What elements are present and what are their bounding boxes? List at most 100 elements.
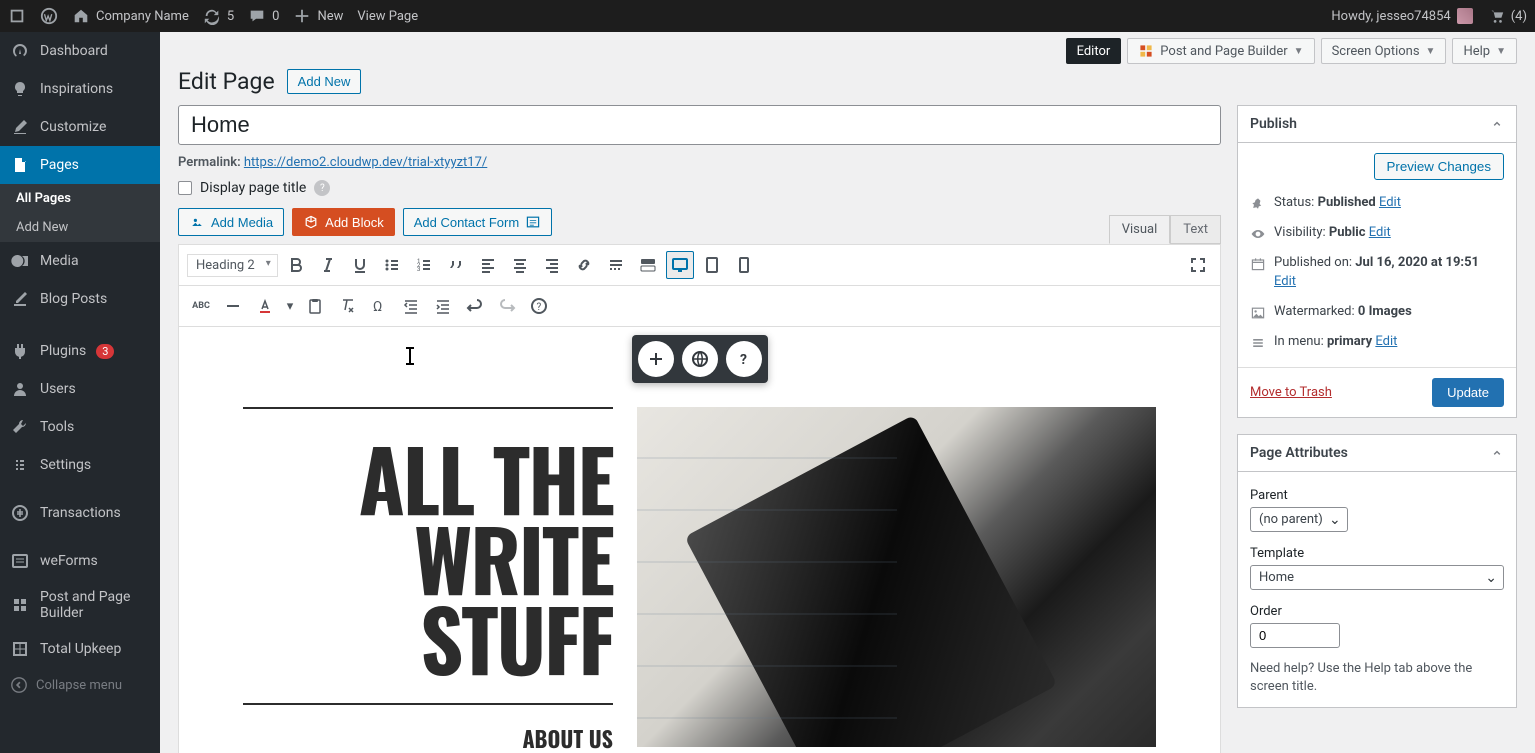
content-about-heading[interactable]: ABOUT US	[243, 703, 613, 753]
format-select[interactable]: Heading 2	[187, 254, 278, 277]
template-select[interactable]: Home	[1250, 565, 1504, 590]
italic-button[interactable]	[314, 251, 342, 279]
sidebar-item-plugins[interactable]: Plugins3	[0, 332, 160, 370]
menu-edit-link[interactable]: Edit	[1375, 334, 1397, 349]
help-icon[interactable]: ?	[314, 180, 330, 196]
float-globe-button[interactable]	[682, 341, 718, 377]
ol-button[interactable]: 123	[410, 251, 438, 279]
preview-changes-button[interactable]: Preview Changes	[1374, 153, 1504, 180]
link-button[interactable]	[570, 251, 598, 279]
tablet-view-button[interactable]	[698, 251, 726, 279]
sidebar-subitem-all-pages[interactable]: All Pages	[0, 184, 160, 213]
align-left-button[interactable]	[474, 251, 502, 279]
updates-link[interactable]: 5	[203, 7, 234, 25]
sidebar-item-blog-posts[interactable]: Blog Posts	[0, 280, 160, 318]
outdent-button[interactable]	[397, 292, 425, 320]
sidebar-item-transactions[interactable]: Transactions	[0, 494, 160, 532]
underline-button[interactable]	[346, 251, 374, 279]
toolbar-toggle-button[interactable]	[634, 251, 662, 279]
special-char-button[interactable]: Ω	[365, 292, 393, 320]
content-image[interactable]	[637, 407, 1156, 747]
paste-text-button[interactable]	[301, 292, 329, 320]
page-title: Edit Page	[178, 68, 275, 95]
move-to-trash-link[interactable]: Move to Trash	[1250, 385, 1332, 400]
new-text: New	[317, 9, 343, 24]
post-title-input[interactable]	[178, 105, 1221, 145]
system-menu-icon[interactable]	[8, 7, 26, 25]
mobile-view-button[interactable]	[730, 251, 758, 279]
sidebar-item-media[interactable]: Media	[0, 242, 160, 280]
sidebar-item-dashboard[interactable]: Dashboard	[0, 32, 160, 70]
permalink-url[interactable]: https://demo2.cloudwp.dev/trial-xtyyzt17…	[244, 155, 487, 170]
undo-button[interactable]	[461, 292, 489, 320]
wp-logo-icon[interactable]	[40, 7, 58, 25]
sidebar-item-tools[interactable]: Tools	[0, 408, 160, 446]
update-button[interactable]: Update	[1432, 378, 1504, 407]
view-page-link[interactable]: View Page	[357, 9, 418, 24]
collapse-menu[interactable]: Collapse menu	[0, 668, 160, 702]
site-name-link[interactable]: Company Name	[72, 7, 189, 25]
menu-icon	[1250, 335, 1266, 351]
parent-label: Parent	[1250, 482, 1504, 507]
svg-text:3: 3	[417, 266, 420, 273]
sidebar-item-pages[interactable]: Pages	[0, 146, 160, 184]
add-contact-form-button[interactable]: Add Contact Form	[403, 208, 553, 236]
more-button[interactable]	[602, 251, 630, 279]
fullscreen-button[interactable]	[1184, 251, 1212, 279]
textcolor-button[interactable]	[251, 292, 279, 320]
sidebar-item-weforms[interactable]: weForms	[0, 542, 160, 580]
sidebar-subitem-add-new[interactable]: Add New	[0, 213, 160, 242]
visual-tab[interactable]: Visual	[1109, 215, 1171, 244]
visibility-edit-link[interactable]: Edit	[1369, 225, 1391, 240]
permalink-label: Permalink:	[178, 155, 241, 170]
keyboard-help-button[interactable]: ?	[525, 292, 553, 320]
float-add-button[interactable]	[638, 341, 674, 377]
add-media-button[interactable]: Add Media	[178, 208, 284, 236]
comments-link[interactable]: 0	[248, 7, 279, 25]
sidebar-item-settings[interactable]: Settings	[0, 446, 160, 484]
page-attributes-header[interactable]: Page Attributes	[1238, 435, 1516, 472]
display-title-checkbox[interactable]	[178, 181, 192, 195]
content-heading[interactable]: ALL THE WRITE STUFF	[243, 439, 613, 678]
sidebar-item-inspirations[interactable]: Inspirations	[0, 70, 160, 108]
plugins-badge: 3	[96, 344, 114, 359]
help-button[interactable]: Help▼	[1452, 38, 1517, 64]
text-tab[interactable]: Text	[1170, 215, 1221, 244]
svg-text:?: ?	[740, 352, 747, 368]
howdy-user[interactable]: Howdy, jesseo74854	[1331, 8, 1472, 24]
pin-icon	[1250, 196, 1266, 212]
date-edit-link[interactable]: Edit	[1274, 274, 1296, 289]
bold-button[interactable]	[282, 251, 310, 279]
indent-button[interactable]	[429, 292, 457, 320]
sidebar-item-customize[interactable]: Customize	[0, 108, 160, 146]
sidebar-item-users[interactable]: Users	[0, 370, 160, 408]
cart-link[interactable]: (4)	[1487, 7, 1527, 25]
parent-select[interactable]: (no parent)	[1250, 507, 1348, 532]
sidebar-item-total-upkeep[interactable]: Total Upkeep	[0, 630, 160, 668]
tab-ppb[interactable]: Post and Page Builder▼	[1127, 38, 1314, 64]
order-input[interactable]	[1250, 623, 1340, 648]
eye-icon	[1250, 226, 1266, 242]
quote-button[interactable]	[442, 251, 470, 279]
screen-options-button[interactable]: Screen Options▼	[1321, 38, 1447, 64]
tab-editor[interactable]: Editor	[1066, 38, 1122, 64]
new-link[interactable]: New	[293, 7, 343, 25]
editor-content[interactable]: ? ALL THE WRITE STUFF ABOUT US	[179, 327, 1220, 753]
clear-format-button[interactable]	[333, 292, 361, 320]
dropdown-icon: ▼	[1294, 46, 1304, 57]
redo-button[interactable]	[493, 292, 521, 320]
status-edit-link[interactable]: Edit	[1379, 195, 1401, 210]
ul-button[interactable]	[378, 251, 406, 279]
add-block-button[interactable]: Add Block	[292, 208, 395, 236]
sidebar-item-ppb[interactable]: Post and Page Builder	[0, 580, 160, 630]
align-center-button[interactable]	[506, 251, 534, 279]
svg-text:?: ?	[537, 302, 542, 313]
strikethrough-button[interactable]: ABC	[187, 292, 215, 320]
float-help-button[interactable]: ?	[726, 341, 762, 377]
add-new-button[interactable]: Add New	[287, 69, 362, 94]
hr-button[interactable]	[219, 292, 247, 320]
publish-panel-header[interactable]: Publish	[1238, 106, 1516, 143]
align-right-button[interactable]	[538, 251, 566, 279]
desktop-view-button[interactable]	[666, 251, 694, 279]
textcolor-dropdown[interactable]: ▾	[283, 292, 297, 320]
